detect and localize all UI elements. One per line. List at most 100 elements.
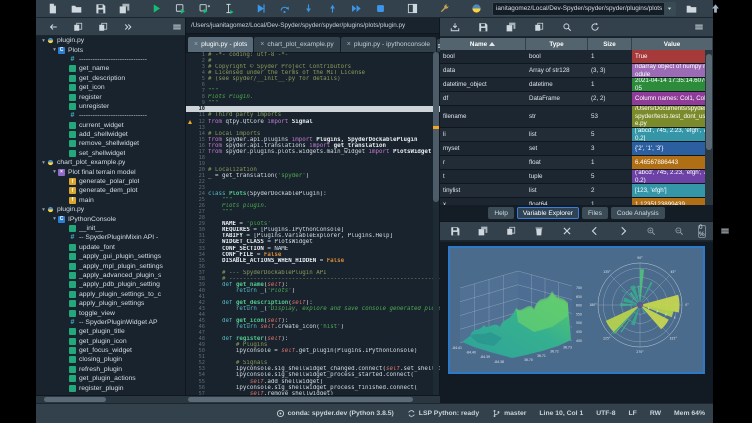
dock-tab-files[interactable]: Files <box>582 207 608 219</box>
step-over-icon[interactable] <box>276 2 293 16</box>
outline-item-_apply_advanced_plugin_s[interactable]: _apply_advanced_plugin_s <box>36 271 186 280</box>
run-icon[interactable] <box>148 2 165 16</box>
variable-row-df[interactable]: dfDataFrame(2, 2)Column names: Col1, Col… <box>440 92 713 106</box>
outline-item-get_description[interactable]: get_description <box>36 74 186 83</box>
remove-plot-icon[interactable] <box>530 224 547 238</box>
close-icon[interactable]: × <box>194 41 198 48</box>
status-lf[interactable]: LF <box>629 410 637 417</box>
column-header-value[interactable]: Value <box>632 38 713 50</box>
outline-tree[interactable]: ▾plugin.py▾CPlots#----------------------… <box>36 36 186 405</box>
outline-hscrollbar-thumb[interactable] <box>44 397 106 402</box>
dock-tab-code-analysis[interactable]: Code Analysis <box>611 207 665 219</box>
outline-item-__init__[interactable]: __init__ <box>36 224 186 233</box>
refresh-icon[interactable] <box>586 20 603 34</box>
debug-icon[interactable] <box>252 2 269 16</box>
run-cell-advance-icon[interactable] <box>196 2 213 16</box>
previous-plot-icon[interactable] <box>586 224 603 238</box>
expander-icon[interactable]: ▾ <box>40 207 47 213</box>
outline-item-get_plugin_icon[interactable]: get_plugin_icon <box>36 337 186 346</box>
status-line-10-col-1[interactable]: Line 10, Col 1 <box>539 410 583 417</box>
column-header-size[interactable]: Size <box>588 38 632 50</box>
status-rw[interactable]: RW <box>650 410 661 417</box>
status-conda[interactable]: conda: spyder.dev (Python 3.8.5) <box>276 409 394 418</box>
editor-hscrollbar[interactable] <box>186 395 440 403</box>
expander-icon[interactable]: ▾ <box>51 47 58 53</box>
variable-row-r[interactable]: rfloat16.46567886443 <box>440 156 713 170</box>
zoom-out-icon[interactable] <box>670 224 687 238</box>
browse-folder-icon[interactable] <box>683 2 700 16</box>
outline-item-plot-final-terrain-model[interactable]: ▾×Plot final terrain model <box>36 167 186 176</box>
outline-item-get_icon[interactable]: get_icon <box>36 83 186 92</box>
copy-icon[interactable] <box>94 20 111 34</box>
go-to-cursor-icon[interactable] <box>44 20 61 34</box>
outline-item-remove_shellwidget[interactable]: remove_shellwidget <box>36 139 186 148</box>
variable-row-tinylist[interactable]: tinylistlist2[123, 'efgh'] <box>440 184 713 198</box>
outline-item-apply_plugin_settings_to_c[interactable]: apply_plugin_settings_to_c <box>36 290 186 299</box>
variable-row-myset[interactable]: mysetset3{'2', '1', '3'} <box>440 142 713 156</box>
outline-item-get_plugin_actions[interactable]: get_plugin_actions <box>36 374 186 383</box>
save-all-icon[interactable] <box>116 2 133 16</box>
import-data-icon[interactable] <box>446 20 463 34</box>
continue-icon[interactable] <box>348 2 365 16</box>
selected-figure[interactable]: 700650600550500450400-84.41-84.40-84.39-… <box>448 246 705 374</box>
close-icon[interactable]: × <box>260 41 264 48</box>
save-icon[interactable] <box>92 2 109 16</box>
step-into-icon[interactable] <box>300 2 317 16</box>
outline-item-plugin-py[interactable]: ▾plugin.py <box>36 36 186 45</box>
outline-item-closing_plugin[interactable]: closing_plugin <box>36 355 186 364</box>
save-all-plots-icon[interactable] <box>474 224 491 238</box>
editor-tab-chart-plot-example-py[interactable]: ×chart_plot_example.py <box>254 37 339 52</box>
variable-row-li[interactable]: lilist5['abcd', 745, 2.23, 'efgh', 70.2] <box>440 128 713 142</box>
working-directory-combo[interactable]: ianitagomez/Local/Dev-Spyder/spyder/spyd… <box>492 2 676 16</box>
variable-row-x[interactable]: xfloat6411.1235123899439 <box>440 198 713 205</box>
open-folder-icon[interactable] <box>68 2 85 16</box>
run-cell-icon[interactable] <box>172 2 189 16</box>
save-data-as-icon[interactable] <box>502 20 519 34</box>
outline-item-register_plugin[interactable]: register_plugin <box>36 383 186 392</box>
variable-row-filename[interactable]: filenamestr53/Users/Documents/spyder/spy… <box>440 106 713 128</box>
expander-icon[interactable]: ▾ <box>40 38 47 44</box>
paste-data-icon[interactable] <box>530 20 547 34</box>
options-menu-icon[interactable] <box>690 20 707 34</box>
outline-item-generate_polar_plot[interactable]: fgenerate_polar_plot <box>36 177 186 186</box>
copy-icon[interactable] <box>69 20 86 34</box>
outline-item-ipythonconsole[interactable]: ▾CIPythonConsole <box>36 214 186 223</box>
code-editor[interactable]: 1# -*- coding: utf-8 -*-2#3# Copyright ©… <box>186 52 440 414</box>
editor-tab-plugin-py-ipythonconsole[interactable]: ×plugin.py - ipythonconsole <box>341 37 436 52</box>
run-selection-icon[interactable] <box>220 2 237 16</box>
outline-item-get_name[interactable]: get_name <box>36 64 186 73</box>
editor-hscrollbar-thumb[interactable] <box>188 397 413 402</box>
zoom-in-icon[interactable] <box>642 224 659 238</box>
search-icon[interactable] <box>558 20 575 34</box>
outline-item-get_focus_widget[interactable]: get_focus_widget <box>36 346 186 355</box>
outline-item-chart_plot_example-py[interactable]: ▾chart_plot_example.py <box>36 158 186 167</box>
outline-item-register[interactable]: register <box>36 92 186 101</box>
maximize-pane-icon[interactable] <box>404 2 421 16</box>
variable-table-header[interactable]: NameTypeSizeValue <box>440 38 713 50</box>
zoom-level-box[interactable]: 0 % <box>698 225 706 238</box>
status-mem-64-[interactable]: Mem 64% <box>674 410 705 417</box>
outline-item-add_shellwidget[interactable]: add_shellwidget <box>36 130 186 139</box>
options-menu-icon[interactable] <box>168 20 185 34</box>
column-header-name[interactable]: Name <box>440 38 526 50</box>
variable-vscrollbar[interactable] <box>705 50 713 205</box>
status-lsp-python[interactable]: LSP Python: ready <box>407 409 479 418</box>
status-utf-8[interactable]: UTF-8 <box>596 410 615 417</box>
outline-item-_apply_pdb_plugin_setting[interactable]: _apply_pdb_plugin_setting <box>36 280 186 289</box>
variable-row-bool[interactable]: boolbool1True <box>440 50 713 64</box>
next-plot-icon[interactable] <box>614 224 631 238</box>
variable-vscrollbar-thumb[interactable] <box>706 54 712 150</box>
python-logo-icon[interactable] <box>468 2 485 16</box>
save-data-icon[interactable] <box>474 20 491 34</box>
outline-item-unregister[interactable]: unregister <box>36 102 186 111</box>
outline-item-plugin-py[interactable]: ▾plugin.py <box>36 205 186 214</box>
expander-icon[interactable]: ▾ <box>51 216 58 222</box>
outline-hscrollbar[interactable] <box>36 395 186 403</box>
parent-dir-up-icon[interactable] <box>707 2 724 16</box>
editor-tab-plugin-py-plots[interactable]: ×plugin.py - plots <box>188 37 253 52</box>
status-master[interactable]: master <box>492 409 526 418</box>
editor-vscrollbar[interactable] <box>433 52 439 414</box>
variable-row-t[interactable]: ttuple5('abcd', 745, 2.23, 'efgh', 70.2) <box>440 170 713 184</box>
column-header-type[interactable]: Type <box>526 38 588 50</box>
outline-item-current_widget[interactable]: current_widget <box>36 121 186 130</box>
